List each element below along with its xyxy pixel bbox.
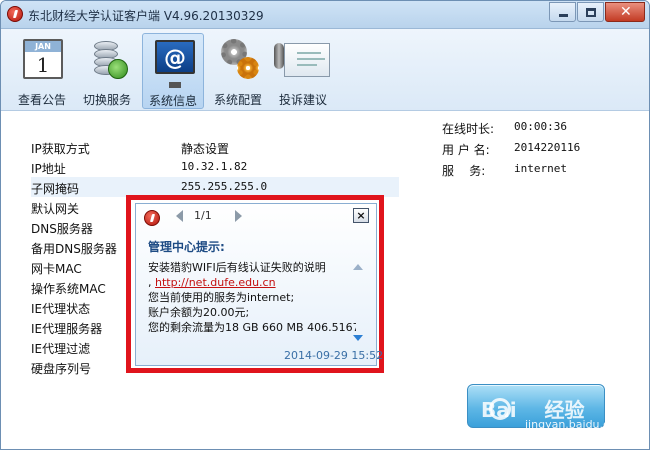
toolbar-complaints[interactable]: 投诉建议 — [272, 33, 334, 109]
popup-close-button[interactable]: × — [353, 208, 369, 223]
info-label: IP地址 — [31, 162, 66, 176]
toolbar-label: 查看公告 — [17, 93, 66, 107]
service-value: internet — [514, 162, 567, 175]
window-title: 东北财经大学认证客户端 V4.96.20130329 — [28, 9, 264, 23]
toolbar: JAN 1 查看公告 切换服务 @ 系统信息 系统配置 投诉建议 — [1, 29, 649, 111]
calendar-month: JAN — [25, 41, 61, 52]
info-row: IP地址 10.32.1.82 — [31, 157, 399, 177]
toolbar-label: 系统信息 — [148, 94, 197, 108]
toolbar-label: 系统配置 — [213, 93, 262, 107]
info-label: 硬盘序列号 — [31, 362, 92, 376]
next-arrow-icon[interactable] — [235, 210, 242, 222]
scroll-down-icon[interactable] — [353, 335, 363, 341]
maximize-button[interactable] — [577, 2, 604, 22]
close-button[interactable]: ✕ — [605, 2, 645, 22]
info-label: DNS服务器 — [31, 222, 93, 236]
notification-popup: 1/1 × 管理中心提示: 安装猎豹WIFI后有线认证失败的说明 , http:… — [135, 203, 383, 366]
close-icon: ✕ — [620, 4, 632, 20]
info-value: 10.32.1.82 — [181, 160, 248, 173]
scroll-up-icon[interactable] — [353, 264, 363, 270]
info-label: 备用DNS服务器 — [31, 242, 117, 256]
minimize-button[interactable] — [549, 2, 576, 22]
popup-link[interactable]: http://net.dufe.edu.cn — [155, 276, 276, 289]
info-label: 默认网关 — [31, 202, 80, 216]
info-label: 操作系统MAC — [31, 282, 106, 296]
online-time-value: 00:00:36 — [514, 120, 567, 133]
info-value: 静态设置 — [181, 142, 230, 156]
title-bar[interactable]: 东北财经大学认证客户端 V4.96.20130329 ✕ — [1, 1, 649, 29]
info-label: 子网掩码 — [31, 182, 80, 196]
microphone-icon — [274, 43, 284, 69]
database-switch-icon — [88, 39, 128, 79]
info-label: IE代理状态 — [31, 302, 91, 316]
popup-date: 2014-09-29 15:52 — [284, 349, 384, 362]
info-label: IE代理服务器 — [31, 322, 103, 336]
app-logo-icon — [144, 210, 160, 226]
popup-link-prefix: , — [148, 276, 152, 289]
complaint-board-icon — [284, 43, 330, 77]
maximize-icon — [586, 8, 596, 17]
calendar-icon: JAN 1 — [23, 39, 63, 79]
calendar-day: 1 — [36, 53, 50, 77]
popup-line: 您的剩余流量为18 GB 660 MB 406.5167 — [148, 321, 356, 334]
popup-message: 安装猎豹WIFI后有线认证失败的说明 , http://net.dufe.edu… — [148, 260, 356, 340]
service-label: 服 务: — [442, 164, 486, 178]
popup-link-line: , http://net.dufe.edu.cn — [148, 275, 356, 290]
monitor-stand — [169, 82, 181, 88]
username-value: 2014220116 — [514, 141, 581, 154]
toolbar-label: 投诉建议 — [278, 93, 327, 107]
monitor-at-icon: @ — [155, 40, 195, 74]
info-row: 子网掩码 255.255.255.0 — [31, 177, 399, 197]
info-value: 255.255.255.0 — [181, 180, 268, 193]
client-window: 东北财经大学认证客户端 V4.96.20130329 ✕ JAN 1 查看公告 … — [0, 0, 650, 450]
toolbar-system-info[interactable]: @ 系统信息 — [142, 33, 204, 109]
toolbar-switch-service[interactable]: 切换服务 — [76, 33, 138, 109]
toolbar-view-announcements[interactable]: JAN 1 查看公告 — [11, 33, 73, 109]
popup-line: 安装猎豹WIFI后有线认证失败的说明 — [148, 261, 326, 274]
info-label: 网卡MAC — [31, 262, 82, 276]
window-controls: ✕ — [548, 2, 645, 22]
info-label: IE代理过滤 — [31, 342, 91, 356]
popup-line: 账户余额为20.00元; — [148, 306, 250, 319]
toolbar-system-config[interactable]: 系统配置 — [207, 33, 269, 109]
username-label: 用 户 名: — [442, 143, 490, 157]
popup-title: 管理中心提示: — [148, 240, 225, 254]
online-time-label: 在线时长: — [442, 122, 495, 136]
gears-icon — [219, 39, 259, 79]
minimize-icon — [559, 14, 568, 17]
popup-page-indicator: 1/1 — [194, 209, 212, 222]
info-label: IP获取方式 — [31, 142, 90, 156]
app-logo-icon — [7, 6, 23, 22]
info-row: IP获取方式 静态设置 — [31, 137, 399, 157]
toolbar-label: 切换服务 — [82, 93, 131, 107]
previous-arrow-icon[interactable] — [176, 210, 183, 222]
watermark-url: jingyan.baidu.com — [525, 418, 627, 431]
popup-line: 您当前使用的服务为internet; — [148, 291, 295, 304]
